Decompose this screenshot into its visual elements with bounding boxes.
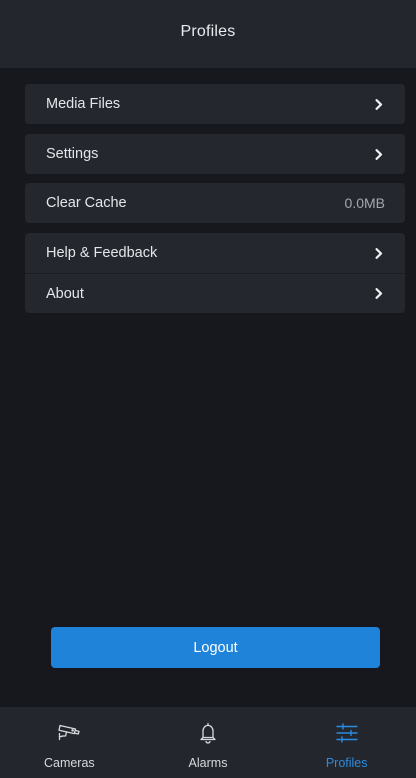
bottom-tab-bar: Cameras Alarms Profiles <box>0 707 416 778</box>
menu-item-label: Settings <box>46 146 99 162</box>
tab-cameras[interactable]: Cameras <box>0 707 139 778</box>
tab-alarms[interactable]: Alarms <box>139 707 278 778</box>
header-bar: Profiles <box>0 0 416 68</box>
cache-size-value: 0.0MB <box>344 195 385 211</box>
chevron-right-icon <box>373 247 385 259</box>
tab-label: Alarms <box>188 756 228 770</box>
menu-item-about[interactable]: About <box>25 273 405 313</box>
menu-item-label: Help & Feedback <box>46 245 158 261</box>
menu-group-cache: Clear Cache 0.0MB <box>25 183 405 223</box>
chevron-right-icon <box>373 148 385 160</box>
logout-button[interactable]: Logout <box>51 627 380 668</box>
page-title: Profiles <box>180 23 236 40</box>
menu-item-label: Clear Cache <box>46 195 127 211</box>
cctv-camera-icon <box>56 720 82 746</box>
profiles-screen: Profiles Media Files Settings Clear Cach… <box>0 0 416 778</box>
menu-group-settings: Settings <box>25 134 405 174</box>
bell-icon <box>195 720 221 746</box>
tab-label: Cameras <box>43 756 95 770</box>
menu-group-support: Help & Feedback About <box>25 233 405 313</box>
menu-item-label: About <box>46 285 84 302</box>
tab-label: Profiles <box>325 756 368 770</box>
menu-item-media-files[interactable]: Media Files <box>25 84 405 124</box>
menu-item-clear-cache[interactable]: Clear Cache 0.0MB <box>25 183 405 223</box>
sliders-icon <box>334 720 360 746</box>
tab-profiles[interactable]: Profiles <box>277 707 416 778</box>
chevron-right-icon <box>373 288 385 300</box>
chevron-right-icon <box>373 98 385 110</box>
menu-item-settings[interactable]: Settings <box>25 134 405 174</box>
menu-group-media: Media Files <box>25 84 405 124</box>
menu-item-label: Media Files <box>46 96 121 112</box>
menu-item-help-feedback[interactable]: Help & Feedback <box>25 233 405 273</box>
